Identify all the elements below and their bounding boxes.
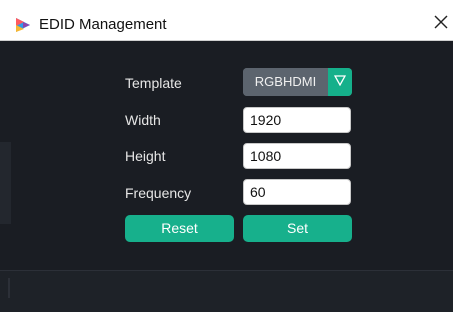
edid-management-window: EDID Management Template RGBHDMI Width 1… bbox=[0, 0, 453, 312]
width-label: Width bbox=[125, 112, 161, 128]
template-label: Template bbox=[125, 75, 182, 91]
template-select[interactable]: RGBHDMI bbox=[243, 68, 352, 96]
title-bar: EDID Management bbox=[0, 0, 453, 41]
triangle-down-icon bbox=[333, 73, 347, 91]
template-dropdown-button[interactable] bbox=[328, 68, 352, 96]
close-button[interactable] bbox=[428, 10, 453, 38]
left-edge-panel bbox=[0, 142, 11, 224]
frequency-label: Frequency bbox=[125, 185, 192, 201]
template-select-value: RGBHDMI bbox=[243, 68, 328, 96]
height-label: Height bbox=[125, 148, 166, 164]
reset-button[interactable]: Reset bbox=[125, 215, 234, 242]
height-input[interactable]: 1080 bbox=[243, 143, 351, 169]
frequency-input[interactable]: 60 bbox=[243, 179, 351, 205]
footer-divider bbox=[8, 278, 10, 298]
close-icon bbox=[434, 15, 448, 34]
set-button[interactable]: Set bbox=[243, 215, 352, 242]
window-title: EDID Management bbox=[39, 16, 167, 33]
width-input[interactable]: 1920 bbox=[243, 107, 351, 133]
footer-bar bbox=[0, 270, 453, 312]
play-logo-icon bbox=[15, 17, 31, 33]
